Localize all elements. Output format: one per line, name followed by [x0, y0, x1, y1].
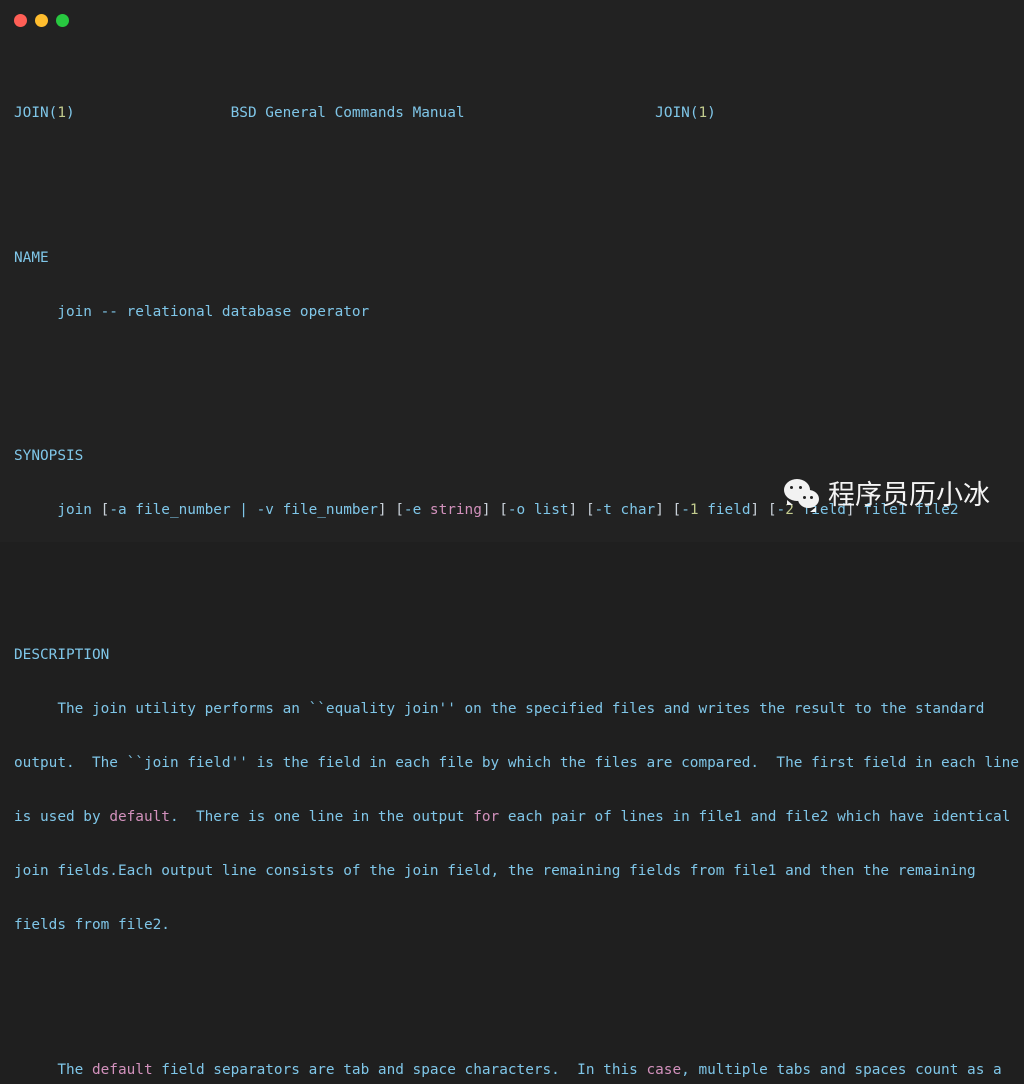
- header-center-title: BSD General Commands Manual: [230, 105, 465, 122]
- section-body-name: join -- relational database operator: [14, 303, 370, 320]
- option-o-arg: list: [525, 502, 569, 519]
- header-right-close-paren: ): [707, 105, 716, 122]
- description-line-3: is used by default. There is one line in…: [14, 808, 1010, 826]
- keyword-default: default: [91, 1061, 153, 1078]
- option-2-dash: -: [776, 502, 786, 519]
- section-title-name: NAME: [14, 249, 49, 266]
- header-right-section-number: 1: [698, 105, 708, 122]
- option-t-arg: char: [611, 502, 656, 519]
- desc-text: each pair of lines in file1 and file2 wh…: [499, 808, 1011, 825]
- header-left-close-paren: ): [66, 105, 75, 122]
- bracket-open-5: [: [672, 502, 682, 519]
- bracket-close-3: ]: [568, 502, 586, 519]
- option-2-number: 2: [785, 502, 794, 519]
- terminal-window: JOIN(1) BSD General Commands Manual JOIN…: [0, 0, 1024, 1078]
- man-page-content[interactable]: JOIN(1) BSD General Commands Manual JOIN…: [0, 40, 1024, 1077]
- desc-text: is used by: [14, 808, 110, 825]
- man-header-line: JOIN(1) BSD General Commands Manual JOIN…: [14, 104, 1010, 122]
- bracket-close-4: ]: [655, 502, 673, 519]
- description-line-2: output. The ``join field'' is the field …: [14, 754, 1020, 771]
- option-e-flag: -e: [403, 502, 422, 519]
- header-right-name: JOIN(: [655, 105, 699, 122]
- keyword-for: for: [473, 808, 500, 825]
- synopsis-operands: file1 file2: [863, 502, 959, 519]
- option-t-flag: -t: [594, 502, 612, 519]
- bracket-close-6: ]: [845, 502, 864, 519]
- bracket-close-5: ]: [750, 502, 768, 519]
- bracket-open-2: [: [395, 502, 404, 519]
- maximize-button[interactable]: [56, 13, 69, 27]
- option-v-arg: file_number: [273, 502, 378, 519]
- description-line-1: The join utility performs an ``equality …: [14, 700, 985, 717]
- section-title-synopsis: SYNOPSIS: [14, 448, 84, 465]
- bracket-open-6: [: [767, 502, 777, 519]
- synopsis-usage-line: join [-a file_number | -v file_number] […: [14, 501, 1010, 519]
- option-e-arg-string: string: [429, 502, 482, 519]
- bracket-open-3: [: [499, 502, 508, 519]
- keyword-default: default: [109, 808, 170, 825]
- option-v-flag: -v: [256, 502, 274, 519]
- option-1-number: 1: [689, 502, 699, 519]
- close-button[interactable]: [14, 13, 27, 27]
- bracket-open-4: [: [585, 502, 595, 519]
- desc-text: The: [14, 1061, 92, 1078]
- synopsis-command: join: [14, 502, 101, 519]
- separators-line-1: The default field separators are tab and…: [14, 1061, 1010, 1079]
- option-1-arg: field: [698, 502, 751, 519]
- option-o-flag: -o: [507, 502, 526, 519]
- bracket-close-1: ]: [377, 502, 396, 519]
- bracket-open-1: [: [100, 502, 110, 519]
- description-line-5: fields from file2.: [14, 917, 170, 934]
- section-title-description: DESCRIPTION: [14, 646, 110, 663]
- option-2-arg: field: [793, 502, 846, 519]
- option-a-arg: file_number |: [126, 502, 257, 519]
- option-1-dash: -: [681, 502, 690, 519]
- keyword-case: case: [646, 1061, 682, 1078]
- description-line-4: join fields.Each output line consists of…: [14, 863, 976, 880]
- desc-text: , multiple tabs and spaces count as a: [681, 1061, 1002, 1078]
- option-a-flag: -a: [109, 502, 127, 519]
- bracket-close-2: ]: [481, 502, 500, 519]
- header-left-name: JOIN(: [14, 105, 58, 122]
- header-left-section-number: 1: [57, 105, 66, 122]
- minimize-button[interactable]: [35, 13, 48, 27]
- window-titlebar: [0, 0, 1024, 40]
- desc-text: field separators are tab and space chara…: [152, 1061, 647, 1078]
- desc-text: . There is one line in the output: [169, 808, 474, 825]
